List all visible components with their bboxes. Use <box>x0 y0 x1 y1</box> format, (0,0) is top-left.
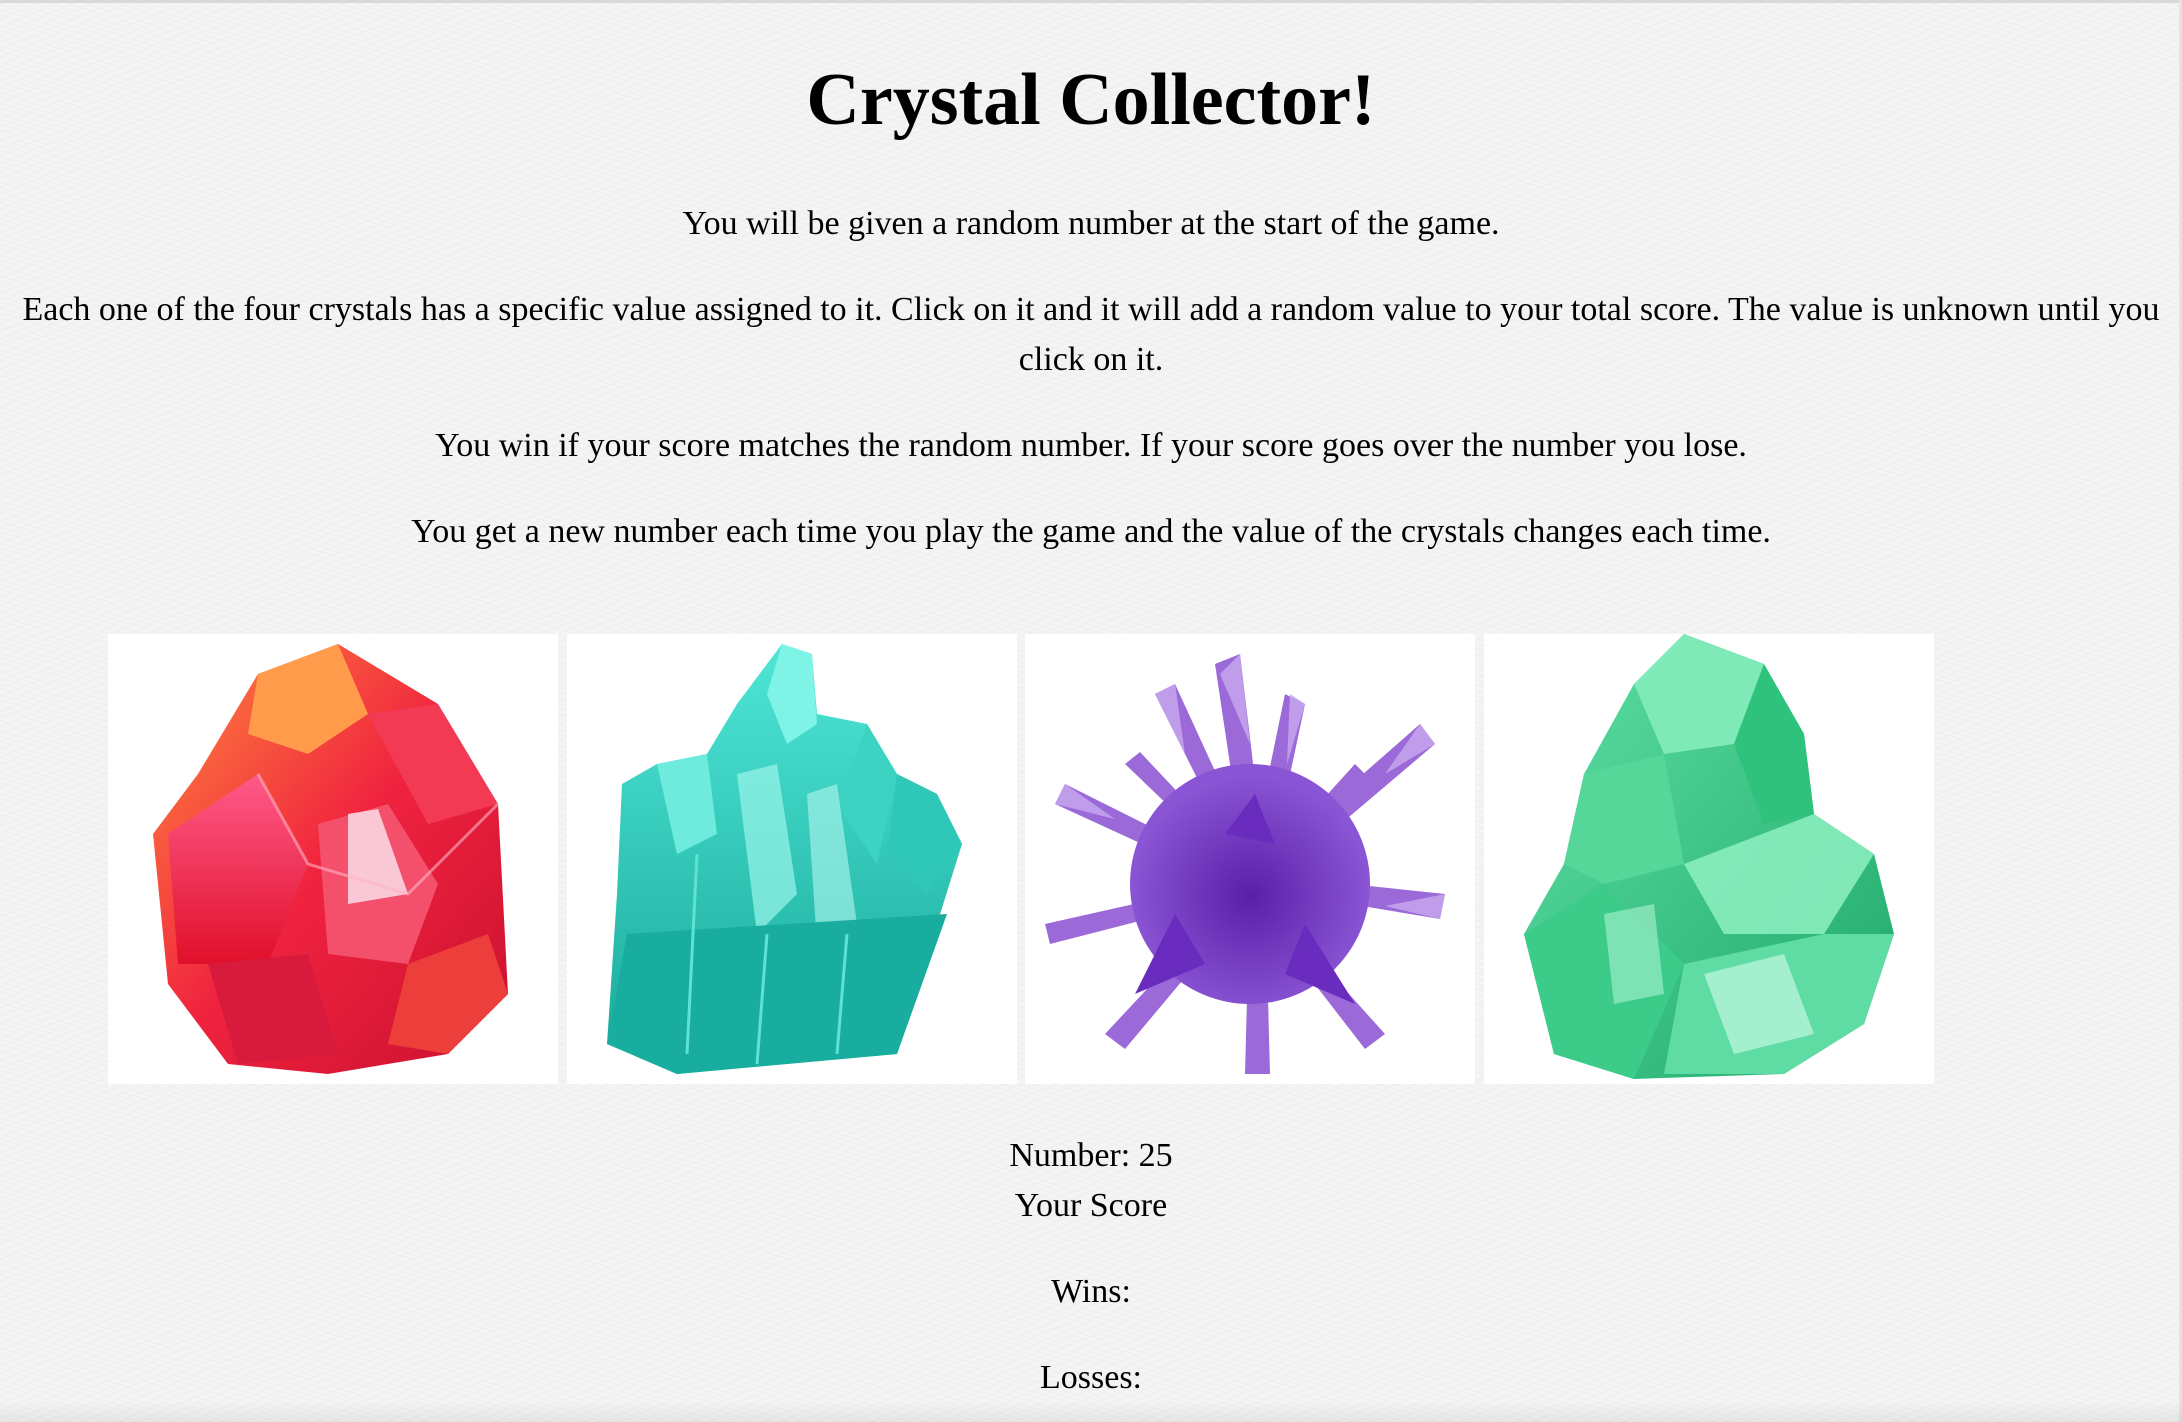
red-crystal-icon <box>153 644 508 1074</box>
top-border <box>0 0 2182 3</box>
bottom-shadow <box>0 1400 2182 1422</box>
instruction-4: You get a new number each time you play … <box>411 513 1771 550</box>
purple-crystal-button[interactable] <box>1025 634 1475 1084</box>
green-crystal-icon <box>1524 634 1894 1079</box>
green-crystal-button[interactable] <box>1484 634 1934 1084</box>
teal-crystal-button[interactable] <box>567 634 1017 1084</box>
losses-label: Losses: <box>1040 1359 1142 1396</box>
teal-crystal-icon <box>607 644 962 1074</box>
red-crystal-button[interactable] <box>108 634 558 1084</box>
target-number: Number: 25 <box>1009 1137 1173 1174</box>
instruction-1: You will be given a random number at the… <box>682 205 1500 242</box>
wins-label: Wins: <box>1051 1273 1131 1310</box>
instruction-3: You win if your score matches the random… <box>435 427 1747 464</box>
purple-crystal-icon <box>1045 654 1445 1074</box>
crystal-row <box>108 634 1934 1084</box>
page-title: Crystal Collector! <box>806 59 1376 141</box>
your-score-label: Your Score <box>1014 1187 1168 1224</box>
instruction-2: Each one of the four crystals has a spec… <box>22 291 2160 378</box>
